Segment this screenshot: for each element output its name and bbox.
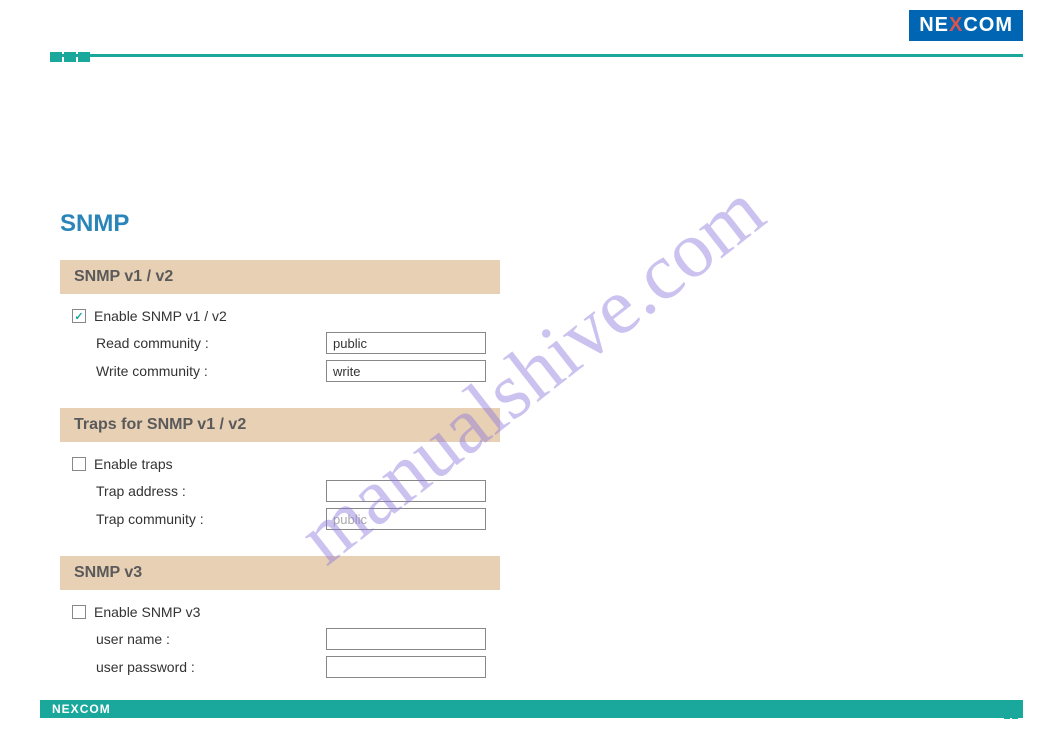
brand-pre: NE: [919, 14, 949, 36]
trap-address-label: Trap address :: [96, 483, 326, 499]
main-content: SNMP SNMP v1 / v2 Enable SNMP v1 / v2 Re…: [60, 210, 520, 704]
enable-snmp-v3-checkbox[interactable]: [72, 605, 86, 619]
section-header-traps: Traps for SNMP v1 / v2: [60, 408, 500, 442]
header-divider: [50, 54, 1023, 57]
brand-x: X: [949, 14, 963, 36]
enable-snmp-v1v2-checkbox[interactable]: [72, 309, 86, 323]
read-community-input[interactable]: [326, 332, 486, 354]
enable-traps-checkbox[interactable]: [72, 457, 86, 471]
user-password-label: user password :: [96, 659, 326, 675]
trap-community-input[interactable]: [326, 508, 486, 530]
brand-post: COM: [963, 14, 1013, 36]
footer-bar: NEXCOM: [40, 700, 1023, 718]
enable-traps-label: Enable traps: [94, 456, 173, 472]
section-header-v3: SNMP v3: [60, 556, 500, 590]
enable-snmp-v1v2-label: Enable SNMP v1 / v2: [94, 308, 227, 324]
user-name-label: user name :: [96, 631, 326, 647]
trap-address-input[interactable]: [326, 480, 486, 502]
header-accent-squares: [50, 52, 92, 62]
section-body-traps: Enable traps Trap address : Trap communi…: [60, 456, 520, 530]
user-name-input[interactable]: [326, 628, 486, 650]
brand-logo: NEXCOM: [909, 10, 1023, 41]
section-body-v3: Enable SNMP v3 user name : user password…: [60, 604, 520, 678]
trap-community-label: Trap community :: [96, 511, 326, 527]
write-community-label: Write community :: [96, 363, 326, 379]
page-title: SNMP: [60, 210, 520, 238]
write-community-input[interactable]: [326, 360, 486, 382]
footer-accent-squares: [1003, 704, 1023, 720]
section-header-v1v2: SNMP v1 / v2: [60, 260, 500, 294]
read-community-label: Read community :: [96, 335, 326, 351]
user-password-input[interactable]: [326, 656, 486, 678]
footer-logo: NEXCOM: [52, 702, 111, 716]
enable-snmp-v3-label: Enable SNMP v3: [94, 604, 200, 620]
section-body-v1v2: Enable SNMP v1 / v2 Read community : Wri…: [60, 308, 520, 382]
